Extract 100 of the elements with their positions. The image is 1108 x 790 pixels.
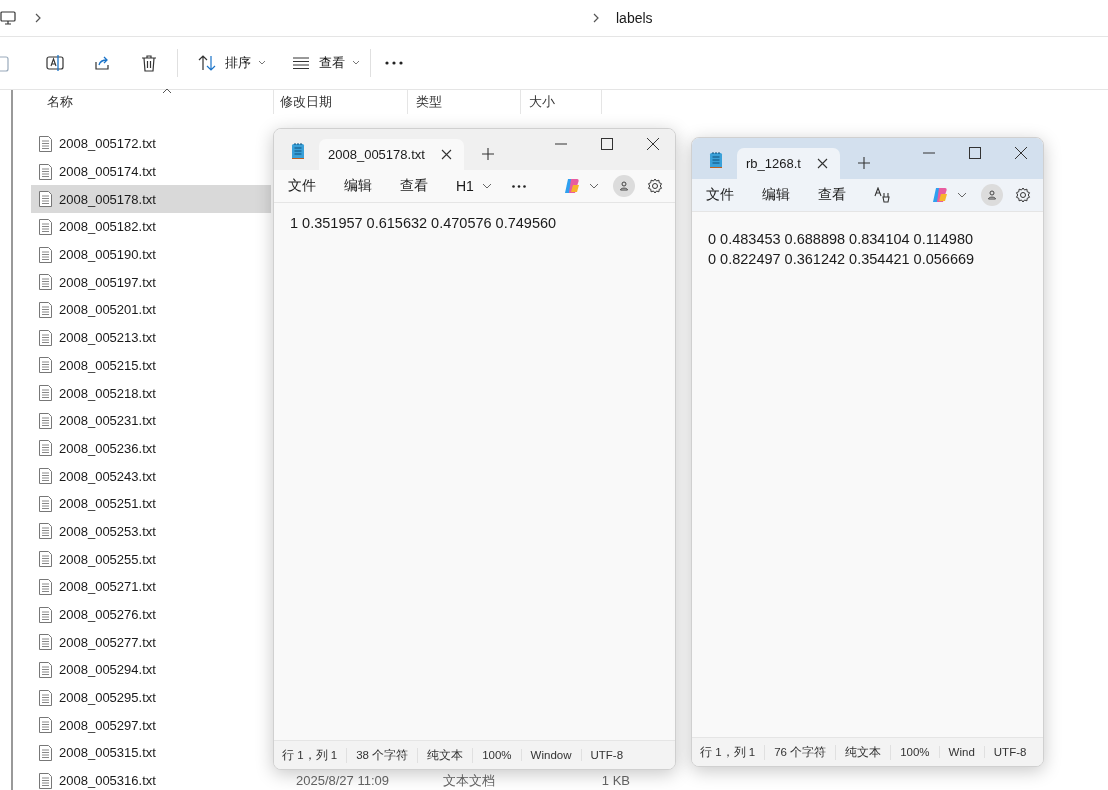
close-icon[interactable] bbox=[1015, 147, 1027, 159]
file-row[interactable]: 2008_005297.txt bbox=[31, 711, 271, 740]
status-item: 38 个字符 bbox=[354, 747, 419, 763]
file-name: 2008_005236.txt bbox=[59, 440, 157, 456]
share-icon[interactable] bbox=[93, 54, 111, 72]
text-file-icon bbox=[39, 412, 52, 429]
status-item: 76 个字符 bbox=[772, 744, 837, 760]
file-row[interactable]: 2008_005197.txt bbox=[31, 268, 271, 297]
status-item: Wind bbox=[946, 746, 985, 758]
document-tab[interactable]: rb_1268.t bbox=[737, 148, 840, 179]
new-tab-icon[interactable] bbox=[857, 157, 870, 169]
close-icon[interactable] bbox=[816, 158, 828, 169]
text-file-icon bbox=[39, 329, 52, 346]
file-row[interactable]: 2008_005276.txt bbox=[31, 600, 271, 629]
status-item: UTF-8 bbox=[992, 746, 1028, 758]
font-icon[interactable] bbox=[874, 187, 890, 203]
maximize-icon[interactable] bbox=[601, 138, 613, 150]
file-type: 文本文档 bbox=[443, 771, 496, 790]
copilot-icon[interactable] bbox=[931, 186, 949, 204]
new-tab-icon[interactable] bbox=[481, 148, 494, 160]
file-row[interactable]: 2008_005201.txt bbox=[31, 296, 271, 324]
more-icon[interactable] bbox=[511, 184, 526, 188]
text-file-icon bbox=[39, 191, 52, 208]
menu-item[interactable]: 编辑 bbox=[344, 177, 372, 195]
chevron-down-icon bbox=[352, 60, 360, 66]
file-row[interactable]: 2008_005277.txt bbox=[31, 628, 271, 657]
text-area[interactable]: 1 0.351957 0.615632 0.470576 0.749560 bbox=[274, 203, 675, 740]
menu-item[interactable]: 查看 bbox=[818, 186, 846, 204]
chevron-down-icon bbox=[481, 183, 492, 189]
file-row[interactable]: 2008_005294.txt bbox=[31, 656, 271, 684]
maximize-icon[interactable] bbox=[969, 147, 981, 159]
text-file-icon bbox=[39, 634, 52, 651]
file-row[interactable]: 2008_005251.txt bbox=[31, 489, 271, 518]
more-icon[interactable] bbox=[385, 61, 403, 65]
file-row[interactable]: 2008_005213.txt bbox=[31, 323, 271, 352]
file-name: 2008_005190.txt bbox=[59, 247, 157, 263]
chevron-down-icon[interactable] bbox=[957, 192, 967, 198]
settings-icon[interactable] bbox=[1015, 187, 1031, 203]
file-name: 2008_005294.txt bbox=[59, 662, 157, 678]
file-row[interactable]: 2008_005243.txt bbox=[31, 462, 271, 490]
account-icon[interactable] bbox=[613, 175, 635, 197]
menu-item[interactable]: 查看 bbox=[400, 177, 428, 195]
account-icon[interactable] bbox=[981, 184, 1003, 206]
copilot-icon[interactable] bbox=[563, 177, 581, 195]
sort-caret-icon bbox=[162, 88, 172, 94]
status-item: 纯文本 bbox=[843, 744, 892, 760]
text-file-icon bbox=[39, 135, 52, 152]
breadcrumb-item[interactable]: labels bbox=[616, 10, 653, 26]
file-row[interactable]: 2008_005316.txt 2025/8/27 11:09 文本文档 1 KB bbox=[31, 766, 739, 790]
file-row[interactable]: 2008_005231.txt bbox=[31, 406, 271, 435]
file-name: 2008_005182.txt bbox=[59, 219, 157, 235]
text-file-icon bbox=[39, 551, 52, 568]
file-row[interactable]: 2008_005271.txt bbox=[31, 573, 271, 601]
file-name: 2008_005276.txt bbox=[59, 607, 157, 623]
menu-item[interactable]: 文件 bbox=[706, 186, 734, 204]
text-line: 0 0.483453 0.688898 0.834104 0.114980 bbox=[708, 230, 974, 249]
file-row[interactable]: 2008_005172.txt bbox=[31, 130, 271, 158]
file-row[interactable]: 2008_005218.txt bbox=[31, 379, 271, 407]
file-row[interactable]: 2008_005174.txt bbox=[31, 157, 271, 186]
trash-icon[interactable] bbox=[140, 54, 158, 72]
file-name: 2008_005297.txt bbox=[59, 717, 157, 733]
file-name: 2008_005243.txt bbox=[59, 468, 157, 484]
chevron-icon[interactable] bbox=[592, 13, 600, 23]
rename-icon[interactable] bbox=[46, 54, 64, 72]
menu-item[interactable]: 文件 bbox=[288, 177, 316, 195]
text-file-icon bbox=[39, 274, 52, 291]
text-area[interactable]: 0 0.483453 0.688898 0.834104 0.114980 0 0.822497 0.361242 0.354421 0.056669 bbox=[692, 212, 1043, 737]
file-row[interactable]: 2008_005295.txt bbox=[31, 683, 271, 712]
status-item: 行 1，列 1 bbox=[280, 747, 348, 763]
column-header[interactable]: 大小 bbox=[521, 90, 602, 114]
column-header[interactable]: 类型 bbox=[408, 90, 521, 114]
heading-dropdown[interactable]: H1 bbox=[456, 178, 492, 194]
file-row[interactable]: 2008_005315.txt bbox=[31, 739, 271, 767]
file-row[interactable]: 2008_005215.txt bbox=[31, 351, 271, 380]
file-name: 2008_005255.txt bbox=[59, 551, 157, 567]
menu-item[interactable]: 编辑 bbox=[762, 186, 790, 204]
file-row[interactable]: 2008_005190.txt bbox=[31, 240, 271, 269]
chevron-down-icon[interactable] bbox=[589, 183, 599, 189]
file-name: 2008_005253.txt bbox=[59, 523, 157, 539]
column-header[interactable]: 修改日期 bbox=[274, 90, 408, 114]
sort-button[interactable]: 排序 bbox=[192, 50, 272, 76]
document-tab[interactable]: 2008_005178.txt bbox=[319, 139, 464, 170]
settings-icon[interactable] bbox=[647, 178, 663, 194]
file-row[interactable]: 2008_005182.txt bbox=[31, 213, 271, 241]
file-name: 2008_005213.txt bbox=[59, 330, 157, 346]
column-header[interactable]: 名称 bbox=[31, 90, 274, 114]
text-file-icon bbox=[39, 163, 52, 180]
close-icon[interactable] bbox=[647, 138, 659, 150]
file-row[interactable]: 2008_005253.txt bbox=[31, 517, 271, 546]
text-file-icon bbox=[39, 717, 52, 734]
file-row[interactable]: 2008_005236.txt bbox=[31, 434, 271, 463]
file-name: 2008_005295.txt bbox=[59, 690, 157, 706]
file-row[interactable]: 2008_005255.txt bbox=[31, 545, 271, 573]
view-button[interactable]: 查看 bbox=[286, 50, 366, 76]
status-item: UTF-8 bbox=[589, 749, 625, 761]
chevron-icon[interactable] bbox=[34, 13, 42, 23]
text-file-icon bbox=[39, 578, 52, 595]
close-icon[interactable] bbox=[440, 149, 452, 160]
computer-icon[interactable] bbox=[0, 11, 16, 25]
file-row[interactable]: 2008_005178.txt bbox=[31, 185, 271, 214]
